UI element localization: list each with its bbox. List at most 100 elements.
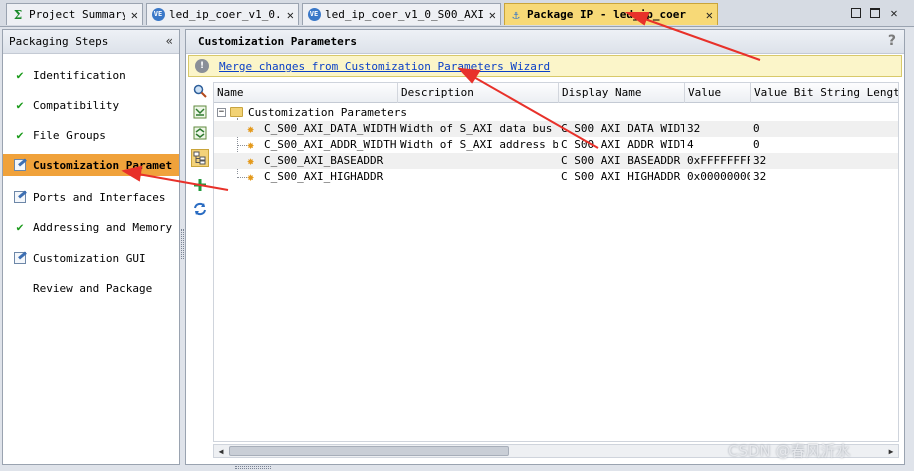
table-row[interactable]: ✸ C_S00_AXI_ADDR_WIDTH Width of S_AXI ad… [214,137,898,153]
param-description: Width of S_AXI data bus [400,122,553,135]
param-value[interactable]: 32 [685,121,750,137]
edit-icon [12,159,28,171]
tab-label: led_ip_coer_v1_0.v [169,8,281,21]
table-row[interactable]: ✸ C_S00_AXI_BASEADDR C S00 AXI BASEADDR … [214,153,898,169]
step-compatibility[interactable]: ✔ Compatibility [3,94,179,116]
merge-changes-link[interactable]: Merge changes from Customization Paramet… [219,60,550,73]
gear-icon: ✸ [247,138,255,152]
vertical-toolbar [188,80,212,460]
panel-title: Packaging Steps [9,35,109,48]
column-header-value[interactable]: Value [685,83,751,103]
param-value[interactable]: 4 [685,137,750,153]
param-value[interactable]: 0xFFFFFFFF [685,153,750,169]
param-display-name: C S00 AXI ADDR WIDTH [561,138,684,151]
table-row[interactable]: ✸ C_S00_AXI_DATA_WIDTH Width of S_AXI da… [214,121,898,137]
close-icon[interactable]: ✕ [887,6,901,20]
tab-label: Package IP - led_ip_coer [527,8,686,21]
param-display-name: C S00 AXI HIGHADDR [561,170,681,183]
scroll-left-icon[interactable]: ◀ [214,445,228,457]
param-description [398,153,558,169]
param-value[interactable]: 0x00000000 [685,169,750,185]
tab-led-ip-coer-v1-0[interactable]: VE led_ip_coer_v1_0.v ✕ [146,3,299,25]
param-name: C_S00_AXI_DATA_WIDTH [264,122,396,135]
param-name: C_S00_AXI_ADDR_WIDTH [264,138,396,151]
gear-icon: ✸ [247,170,255,184]
column-header-display-name[interactable]: Display Name [559,83,685,103]
param-display-name: C S00 AXI DATA WIDTH [561,122,684,135]
step-label: Addressing and Memory [33,220,173,234]
refresh-icon[interactable] [191,200,209,218]
close-icon[interactable]: ✕ [131,8,138,22]
step-label: Review and Package [33,281,153,295]
collapse-all-icon[interactable] [191,103,209,121]
tab-led-ip-coer-s00-axi[interactable]: VE led_ip_coer_v1_0_S00_AXI.v ✕ [302,3,501,25]
step-file-groups[interactable]: ✔ File Groups [3,124,179,146]
step-label: Ports and Interfaces [33,190,166,204]
close-icon[interactable]: ✕ [706,8,713,22]
step-ports-and-interfaces[interactable]: Ports and Interfaces [3,186,179,208]
sigma-icon: Σ [13,7,23,22]
param-name: C_S00_AXI_BASEADDR [264,154,384,167]
param-bit-length: 0 [753,122,760,135]
expand-all-icon[interactable] [191,124,209,142]
scrollbar-thumb[interactable] [229,446,509,456]
collapse-icon[interactable]: « [166,34,173,48]
step-label: Identification [33,68,126,82]
panel-title: Customization Parameters [198,35,357,48]
package-ip-icon: ⚓ [512,7,520,22]
edit-icon [12,252,28,264]
tree-root-label: Customization Parameters [248,106,407,119]
param-bit-length: 32 [753,170,767,183]
step-review-and-package[interactable]: Review and Package [3,277,179,299]
panel-splitter[interactable] [181,229,184,259]
add-icon[interactable] [191,176,209,194]
param-display-name: C S00 AXI BASEADDR [561,154,681,167]
verilog-file-icon: VE [307,8,321,22]
column-header-name[interactable]: Name [214,83,398,103]
help-icon[interactable]: ? [888,33,896,49]
customization-parameters-panel: Customization Parameters ? ! Merge chang… [185,29,905,465]
folder-icon [230,107,243,117]
step-addressing-and-memory[interactable]: ✔ Addressing and Memory [3,216,179,238]
check-icon: ✔ [16,68,24,82]
editor-tab-bar: Σ Project Summary ✕ VE led_ip_coer_v1_0.… [0,0,914,27]
gear-icon: ✸ [247,122,255,136]
check-icon: ✔ [16,128,24,142]
bottom-splitter[interactable] [235,466,271,469]
tab-label: led_ip_coer_v1_0_S00_AXI.v [325,8,483,21]
search-icon[interactable] [191,82,209,100]
param-name: C_S00_AXI_HIGHADDR [264,170,384,183]
step-identification[interactable]: ✔ Identification [3,64,179,86]
edit-icon [12,191,28,203]
close-icon[interactable]: ✕ [287,8,294,22]
info-banner: ! Merge changes from Customization Param… [188,55,902,77]
step-customization-parameters[interactable]: Customization Paramet [3,154,179,176]
step-label: Customization Paramet [33,158,173,172]
restore-icon[interactable] [849,6,863,20]
table-header: Name Description Display Name Value Valu… [214,83,898,103]
tab-project-summary[interactable]: Σ Project Summary ✕ [6,3,143,25]
hierarchy-view-icon[interactable] [191,149,209,167]
step-label: Compatibility [33,98,120,112]
verilog-file-icon: VE [151,8,165,22]
column-header-bit-length[interactable]: Value Bit String Length [751,83,898,103]
gear-icon: ✸ [247,154,255,168]
step-label: File Groups [33,128,106,142]
param-description: Width of S_AXI address bus [400,138,558,151]
info-icon: ! [195,59,209,73]
column-header-description[interactable]: Description [398,83,559,103]
step-customization-gui[interactable]: Customization GUI [3,247,179,269]
close-icon[interactable]: ✕ [489,8,496,22]
collapse-node-icon[interactable]: − [217,108,226,117]
tab-label: Project Summary [29,8,125,21]
scroll-right-icon[interactable]: ▶ [884,445,898,457]
watermark: CSDN @春风沂水 [728,442,851,460]
table-row[interactable]: ✸ C_S00_AXI_HIGHADDR C S00 AXI HIGHADDR … [214,169,898,185]
maximize-icon[interactable] [868,6,882,20]
check-icon: ✔ [16,98,24,112]
param-bit-length: 32 [753,154,767,167]
table-row[interactable]: − Customization Parameters [214,105,898,121]
parameters-table: Name Description Display Name Value Valu… [213,82,899,442]
check-icon: ✔ [16,220,24,234]
tab-package-ip[interactable]: ⚓ Package IP - led_ip_coer ✕ [504,3,718,25]
